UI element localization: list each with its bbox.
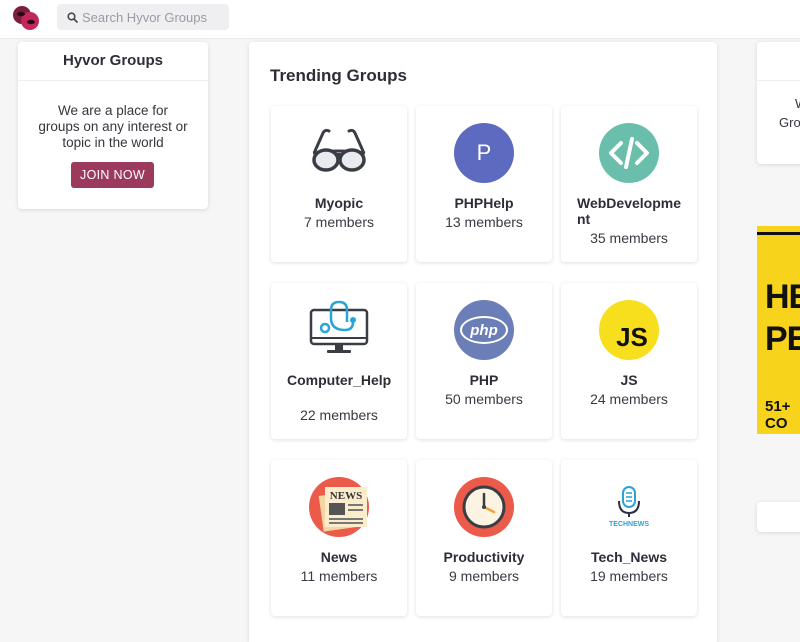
- group-name: Computer_Help: [287, 372, 392, 388]
- join-now-button[interactable]: JOIN NOW: [71, 162, 154, 188]
- groups-grid: Myopic 7 members P PHPHelp 13 members We…: [271, 106, 697, 616]
- computer-stethoscope-icon: [309, 300, 369, 353]
- clock-icon: [454, 477, 514, 537]
- group-members: 11 members: [300, 568, 378, 584]
- search-box[interactable]: [57, 4, 229, 30]
- group-members: 22 members: [300, 407, 378, 423]
- ad-top-bar: [757, 232, 800, 235]
- group-card-tech-news[interactable]: TECHNEWS Tech_News 19 members: [561, 460, 697, 616]
- right-lower-card: [757, 502, 800, 532]
- advertisement-banner[interactable]: HEA PER 51+ CO: [757, 226, 800, 434]
- code-icon: [599, 123, 659, 183]
- trending-groups-heading: Trending Groups: [270, 66, 407, 85]
- newspaper-icon: NEWS: [309, 477, 369, 537]
- group-members: 9 members: [448, 568, 520, 584]
- right-card-text: Gro: [779, 115, 800, 130]
- group-name: PHPHelp: [454, 195, 514, 211]
- svg-text:TECHNEWS: TECHNEWS: [609, 521, 649, 528]
- group-name: Myopic: [314, 195, 364, 211]
- about-card-title: Hyvor Groups: [18, 42, 208, 81]
- svg-text:P: P: [477, 140, 492, 165]
- trending-groups-panel: Trending Groups Myopic 7 members P PHPHe…: [249, 42, 717, 642]
- svg-text:JS: JS: [616, 322, 648, 352]
- card-divider: [757, 80, 800, 81]
- top-navbar: [0, 0, 800, 39]
- group-name: Productivity: [443, 549, 525, 565]
- group-name: News: [320, 549, 358, 565]
- svg-text:php: php: [469, 322, 498, 339]
- group-members: 7 members: [303, 214, 375, 230]
- group-members: 13 members: [445, 214, 523, 230]
- glasses-icon: [312, 128, 366, 172]
- group-members: 19 members: [590, 568, 668, 584]
- ad-headline: HEA: [765, 278, 800, 316]
- group-card-phphelp[interactable]: P PHPHelp 13 members: [416, 106, 552, 262]
- js-logo-icon: JS: [599, 300, 659, 360]
- about-card-description: We are a place for groups on any interes…: [38, 103, 188, 150]
- tech-news-mic-icon: TECHNEWS: [609, 486, 649, 528]
- group-card-computer-help[interactable]: Computer_Help 22 members: [271, 283, 407, 439]
- group-name: WebDevelopment: [577, 195, 681, 227]
- group-card-myopic[interactable]: Myopic 7 members: [271, 106, 407, 262]
- group-members: 24 members: [590, 391, 668, 407]
- group-name: JS: [620, 372, 638, 388]
- hyvor-logo-icon[interactable]: [12, 4, 40, 32]
- search-input[interactable]: [82, 4, 227, 30]
- php-logo-icon: php: [454, 300, 514, 360]
- group-card-news[interactable]: NEWS News 11 members: [271, 460, 407, 616]
- ad-subline: 51+ CO: [765, 398, 791, 432]
- ad-headline: PER: [765, 320, 800, 358]
- group-card-js[interactable]: JS JS 24 members: [561, 283, 697, 439]
- group-members: 50 members: [445, 391, 523, 407]
- right-card-text: W: [795, 96, 800, 111]
- right-info-card: W Gro: [757, 42, 800, 164]
- search-icon: [67, 12, 78, 23]
- group-name: PHP: [469, 372, 499, 388]
- group-card-productivity[interactable]: Productivity 9 members: [416, 460, 552, 616]
- letter-p-avatar-icon: P: [454, 123, 514, 183]
- group-card-php[interactable]: php PHP 50 members: [416, 283, 552, 439]
- group-members: 35 members: [590, 230, 668, 246]
- group-name: Tech_News: [591, 549, 667, 565]
- group-card-webdevelopment[interactable]: WebDevelopment 35 members: [561, 106, 697, 262]
- svg-text:NEWS: NEWS: [330, 490, 362, 502]
- about-card: Hyvor Groups We are a place for groups o…: [18, 42, 208, 209]
